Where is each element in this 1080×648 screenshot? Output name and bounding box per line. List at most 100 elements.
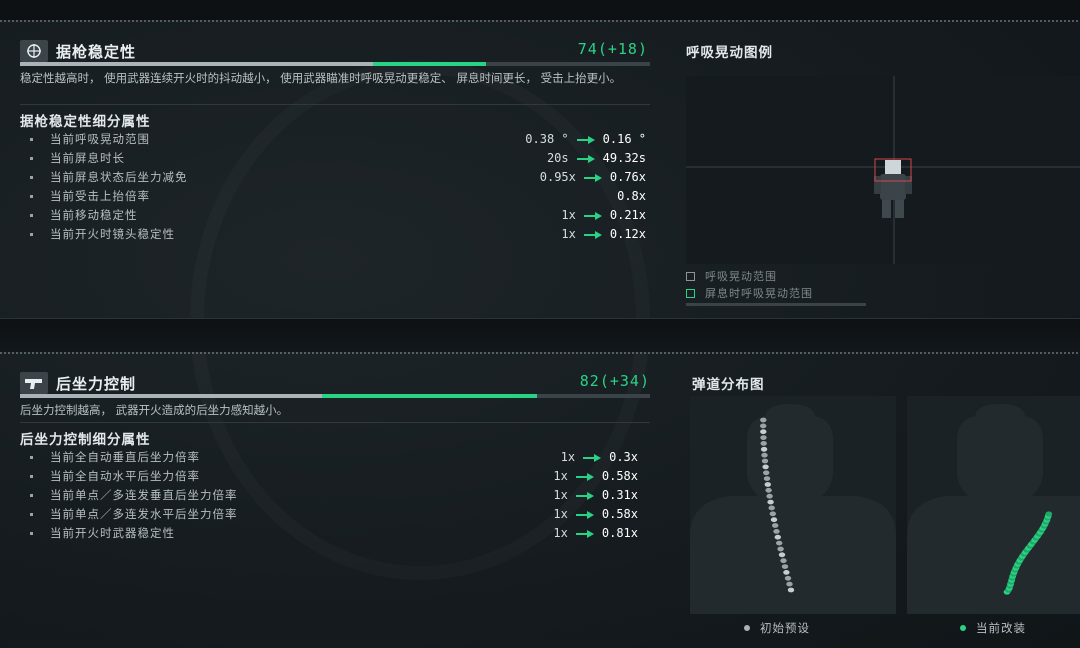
spread-dot	[768, 505, 775, 511]
spread-dot	[760, 446, 768, 452]
arrow-right-icon	[576, 154, 595, 163]
recoil-progress-bar	[20, 394, 650, 398]
spread-dot	[778, 552, 786, 558]
legend-label: 初始预设	[760, 621, 810, 635]
scope-view	[686, 76, 1080, 264]
attribute-label: 当前受击上抬倍率	[50, 189, 150, 203]
arrow-right-icon	[583, 211, 602, 220]
new-value: 0.81x	[601, 526, 638, 540]
arrow-right-icon	[575, 510, 594, 519]
old-value: 20s	[546, 151, 569, 165]
breath-legend-title: 呼吸晃动图例	[686, 45, 773, 61]
legend-breath-range: 呼吸晃动范围	[686, 268, 777, 284]
bullet-icon	[30, 532, 33, 535]
recoil-score: 82(+34)	[579, 372, 650, 390]
modified-spread-plot	[907, 404, 1080, 614]
initial-spread-plot	[690, 404, 896, 614]
old-value: 0.38 °	[525, 132, 569, 146]
attribute-label: 当前屏息时长	[50, 151, 125, 165]
arrow-right-icon	[583, 230, 602, 239]
old-value: 0.95x	[539, 170, 576, 184]
old-value: 1x	[553, 526, 568, 540]
spread-dot	[772, 523, 779, 528]
arrow-right-icon	[575, 491, 594, 500]
attribute-row: 当前屏息时长 20s 49.32s	[20, 149, 650, 168]
recoil-attribute-list: 当前全自动垂直后坐力倍率 1x 0.3x 当前全自动水平后坐力倍率 1x 0.58x 当前单…	[20, 448, 642, 543]
stability-attribute-list: 当前呼吸晃动范围 0.38 ° 0.16 ° 当前屏息时长 20s 49.32s 当前屏息状…	[20, 130, 650, 244]
recoil-subheading: 后坐力控制细分属性	[20, 432, 151, 448]
spread-dot	[760, 423, 767, 429]
attribute-values: 20s 49.32s	[547, 149, 646, 168]
new-value: 0.58x	[601, 507, 638, 521]
crosshair-icon	[20, 40, 48, 62]
bullet-icon	[30, 494, 33, 497]
section-gap	[0, 318, 1080, 352]
new-value: 0.58x	[601, 469, 638, 483]
divider	[20, 422, 650, 423]
attribute-row: 当前移动稳定性 1x 0.21x	[20, 206, 650, 225]
stability-title: 据枪稳定性	[56, 43, 137, 61]
spread-dot	[773, 529, 780, 534]
separator-top	[0, 20, 1080, 22]
old-value: 1x	[553, 469, 568, 483]
spread-dot	[761, 452, 768, 458]
spread-target-initial	[690, 396, 896, 614]
spread-dot	[781, 564, 789, 569]
spread-dot	[777, 546, 784, 552]
stability-subheading: 据枪稳定性细分属性	[20, 114, 151, 130]
bullet-icon	[30, 513, 33, 516]
spread-dot	[784, 575, 792, 581]
attribute-row: 当前开火时武器稳定性 1x 0.81x	[20, 524, 642, 543]
spread-dot	[760, 435, 767, 440]
attribute-label: 当前呼吸晃动范围	[50, 132, 150, 146]
attribute-label: 当前移动稳定性	[50, 208, 138, 222]
spread-dot	[770, 517, 778, 523]
attribute-label: 当前开火时武器稳定性	[50, 526, 175, 540]
square-outline-icon	[686, 288, 695, 298]
spread-dot	[767, 499, 774, 505]
legend-hold-breath-range: 屏息时呼吸晃动范围	[686, 285, 813, 301]
bullet-icon	[30, 475, 33, 478]
legend-initial-preset: 初始预设	[744, 620, 810, 636]
separator-mid	[0, 352, 1080, 354]
progress-gain-fill	[322, 394, 537, 398]
pistol-icon	[20, 372, 48, 394]
legend-label: 呼吸晃动范围	[705, 270, 777, 283]
new-value: 0.21x	[609, 208, 646, 222]
top-band	[0, 0, 1080, 20]
spread-dot	[766, 493, 773, 499]
stability-description: 稳定性越高时， 使用武器连续开火时的抖动越小， 使用武器瞄准时呼吸晃动更稳定、 …	[20, 71, 622, 85]
old-value: 1x	[553, 507, 568, 521]
old-value: 1x	[553, 488, 568, 502]
square-outline-icon	[686, 271, 695, 281]
bullet-icon	[30, 176, 33, 179]
legend-label: 当前改装	[976, 621, 1026, 635]
attribute-label: 当前开火时镜头稳定性	[50, 227, 175, 241]
progress-base-fill	[20, 62, 373, 66]
legend-current-mod: 当前改装	[960, 620, 1026, 636]
bullet-icon	[30, 157, 33, 160]
attribute-row: 当前呼吸晃动范围 0.38 ° 0.16 °	[20, 130, 650, 149]
new-value: 0.3x	[609, 450, 638, 464]
spread-title: 弹道分布图	[692, 377, 765, 393]
spread-dot	[769, 511, 776, 517]
spread-dot	[780, 558, 787, 564]
attribute-values: 0.8x	[617, 187, 646, 206]
spread-dot	[760, 429, 767, 435]
attribute-row: 当前屏息状态后坐力减免 0.95x 0.76x	[20, 168, 650, 187]
attribute-values: 1x 0.58x	[553, 505, 638, 524]
spread-dot	[783, 570, 790, 575]
arrow-right-icon	[583, 453, 602, 462]
spread-dot	[786, 581, 793, 587]
new-value: 0.8x	[617, 189, 646, 203]
attribute-values: 1x 0.58x	[553, 467, 638, 486]
recoil-title: 后坐力控制	[56, 375, 137, 393]
scope-illustration	[686, 76, 1080, 264]
old-value: 1x	[560, 450, 576, 464]
attribute-label: 当前全自动水平后坐力倍率	[50, 469, 200, 483]
stability-progress-bar	[20, 62, 650, 66]
new-value: 0.12x	[609, 227, 646, 241]
attribute-row: 当前受击上抬倍率 0.8x	[20, 187, 650, 206]
legend-clipped	[686, 303, 886, 306]
attribute-values: 1x 0.81x	[553, 524, 638, 543]
